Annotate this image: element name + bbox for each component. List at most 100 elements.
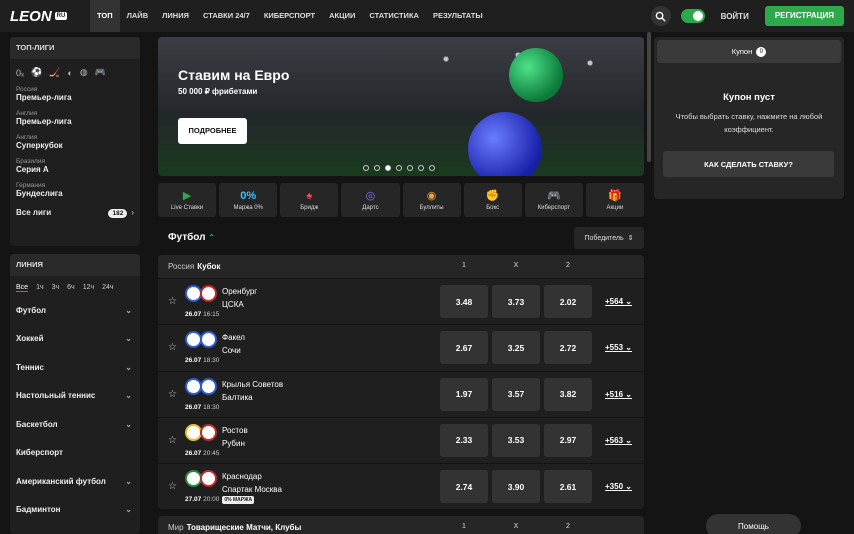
coupon-tab[interactable]: Купон 0 [657,40,841,63]
carousel-dot[interactable] [385,165,391,171]
hockey-icon[interactable]: 🏒 [49,67,60,78]
sport-section-title[interactable]: Футбол ⌃ [168,232,215,243]
search-icon[interactable] [650,6,671,26]
sport-row-american-football[interactable]: Американский футбол ⌄ [10,467,140,496]
star-icon[interactable]: ☆ [168,342,177,353]
event-row[interactable]: ☆ Крылья Советов Балтика 26.07 18:30 1.97… [158,370,644,417]
filter-12h[interactable]: 12ч [83,284,94,292]
odd-1-button[interactable]: 2.74 [440,470,488,504]
sport-row-football[interactable]: Футбол ⌄ [10,296,140,325]
filter-6h[interactable]: 6ч [67,284,75,292]
odd-x-button[interactable]: 3.57 [492,377,540,411]
tile-label: Акции [606,205,624,211]
banner-more-button[interactable]: ПОДРОБНЕЕ [178,118,247,144]
sport-row-basketball[interactable]: Баскетбол ⌄ [10,410,140,439]
carousel-dot[interactable] [418,165,424,171]
line-panel: ЛИНИЯ Все 1ч 3ч 6ч 12ч 24ч Футбол ⌄ Хокке… [10,254,140,534]
sport-row-hockey[interactable]: Хоккей ⌄ [10,325,140,354]
market-select[interactable]: Победитель ⇕ [574,227,644,249]
odd-1-button[interactable]: 3.48 [440,285,488,318]
star-icon[interactable]: ☆ [168,296,177,307]
star-icon[interactable]: ☆ [168,481,177,492]
league-item[interactable]: Германия Бундеслига [10,178,140,202]
carousel-dot[interactable] [429,165,435,171]
promo-banner[interactable]: Ставим на Евро 50 000 ₽ фрибетами ПОДРОБ… [158,37,644,176]
all-leagues-link[interactable]: Все лиги 182 › [10,202,140,227]
filter-3h[interactable]: 3ч [52,284,60,292]
star-icon[interactable]: ☆ [168,435,177,446]
tile-promos[interactable]: 🎁 Акции [585,183,644,217]
login-button[interactable]: ВОЙТИ [715,12,755,21]
tile-boxing[interactable]: ✊ Бокс [463,183,522,217]
star-icon[interactable]: ☆ [168,389,177,400]
top-leagues-title: ТОП-ЛИГИ [10,37,140,59]
odd-2-button[interactable]: 2.97 [544,423,592,457]
odd-2-button[interactable]: 2.02 [544,285,592,318]
odd-2-button[interactable]: 2.61 [544,470,592,504]
league-item[interactable]: Бразилия Серия А [10,154,140,178]
more-markets-link[interactable]: +564 ⌄ [605,297,632,306]
top-leagues-panel: ТОП-ЛИГИ 0ₓ ⚽ 🏒 ◐ ◍ 🎮 Россия Премьер-лиг… [10,37,140,246]
more-markets-link[interactable]: +553 ⌄ [605,343,632,352]
register-button[interactable]: РЕГИСТРАЦИЯ [764,6,844,26]
gamepad-icon[interactable]: 🎮 [95,67,106,78]
nav-live[interactable]: ЛАЙВ [120,0,156,32]
tile-zero-margin[interactable]: 0% Маржа 0% [219,183,278,217]
tile-live[interactable]: ▶ Live Ставки [158,183,217,217]
event-row[interactable]: ☆ Оренбург ЦСКА 26.07 16:15 3.48 3.73 2.0… [158,278,644,324]
league-item[interactable]: Англия Суперкубок [10,130,140,154]
league-header[interactable]: Россия Кубок 1 X 2 [158,255,644,278]
odd-1-button[interactable]: 2.67 [440,331,488,365]
tile-bridge[interactable]: ♠ Бридж [280,183,339,217]
page-scrollbar[interactable] [647,32,651,162]
nav-bets-247[interactable]: СТАВКИ 24/7 [196,0,257,32]
filter-all[interactable]: Все [16,284,29,292]
carousel-dot[interactable] [407,165,413,171]
more-markets-link[interactable]: +350 ⌄ [605,482,632,491]
odd-x-button[interactable]: 3.73 [492,285,540,318]
odd-x-button[interactable]: 3.53 [492,423,540,457]
event-row[interactable]: ☆ Ростов Рубин 26.07 20:45 2.33 3.53 2.97… [158,416,644,463]
tile-shootouts[interactable]: ◉ Буллиты [402,183,461,217]
nav-esports[interactable]: КИБЕРСПОРТ [257,0,322,32]
basketball-icon[interactable]: ◍ [80,67,88,78]
carousel-dot[interactable] [374,165,380,171]
event-row[interactable]: ☆ Краснодар Спартак Москва 27.07 20:00 0% … [158,463,644,509]
leon-logo[interactable]: LEON RU [0,8,90,25]
league-item[interactable]: Россия Премьер-лига [10,82,140,106]
more-markets-link[interactable]: +516 ⌄ [605,390,632,399]
football-icon[interactable]: ⚽ [31,67,42,78]
odd-1-button[interactable]: 2.33 [440,423,488,457]
nav-results[interactable]: РЕЗУЛЬТАТЫ [426,0,490,32]
sport-label: Хоккей [16,334,44,344]
sport-row-badminton[interactable]: Бадминтон ⌄ [10,496,140,525]
filter-1h[interactable]: 1ч [36,284,44,292]
odd-x-button[interactable]: 3.25 [492,331,540,365]
how-to-bet-button[interactable]: КАК СДЕЛАТЬ СТАВКУ? [663,151,834,177]
nav-statistics[interactable]: СТАТИСТИКА [362,0,426,32]
nav-top[interactable]: ТОП [90,0,120,32]
odd-x-button[interactable]: 3.90 [492,470,540,504]
nav-promos[interactable]: АКЦИИ [322,0,362,32]
sport-row-table-tennis[interactable]: Настольный теннис ⌄ [10,382,140,411]
tile-esports[interactable]: 🎮 Киберспорт [524,183,583,217]
tile-darts[interactable]: ◎ Дартс [341,183,400,217]
filter-24h[interactable]: 24ч [102,284,113,292]
sport-row-tennis[interactable]: Теннис ⌄ [10,353,140,382]
sport-row-esports[interactable]: Киберспорт [10,439,140,468]
event-row[interactable]: ☆ Факел Сочи 26.07 18:30 2.67 3.25 2.72 +… [158,324,644,370]
odd-2-button[interactable]: 2.72 [544,331,592,365]
tennis-icon[interactable]: ◐ [67,68,72,78]
carousel-dot[interactable] [396,165,402,171]
league-header[interactable]: Мир Товарищеские Матчи, Клубы 1 X 2 [158,516,644,534]
carousel-dot[interactable] [363,165,369,171]
banner-subtitle: 50 000 ₽ фрибетами [178,87,258,96]
odd-2-button[interactable]: 3.82 [544,377,592,411]
league-item[interactable]: Англия Премьер-лига [10,106,140,130]
zero-margin-icon[interactable]: 0ₓ [16,68,24,78]
more-markets-link[interactable]: +563 ⌄ [605,436,632,445]
help-button[interactable]: Помощь [706,514,801,534]
theme-toggle[interactable] [680,9,705,23]
nav-line[interactable]: ЛИНИЯ [155,0,196,32]
odd-1-button[interactable]: 1.97 [440,377,488,411]
